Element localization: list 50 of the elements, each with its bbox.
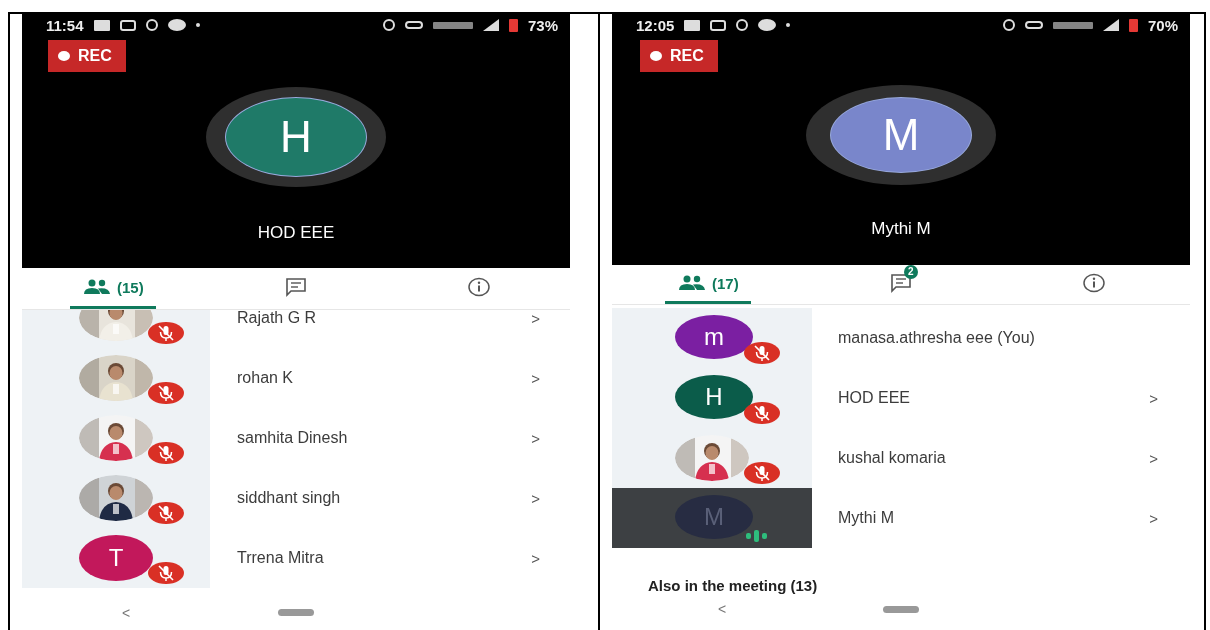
avatar: m	[675, 315, 753, 359]
people-tab[interactable]: (17)	[665, 265, 752, 304]
participant-name[interactable]: samhita Dinesh	[210, 429, 532, 447]
chevron[interactable]: >	[531, 489, 570, 507]
participant-name[interactable]: kushal komaria	[812, 449, 1150, 467]
speaker-name: HOD EEE	[257, 223, 335, 243]
participant-name[interactable]: manasa.athresha eee (You)	[812, 329, 1190, 347]
participant-name[interactable]: siddhant singh	[210, 489, 532, 507]
info-icon	[467, 277, 490, 297]
speaker-avatar: M	[806, 85, 996, 185]
recording-badge: REC	[640, 40, 718, 72]
battery-percentage: 70%	[1147, 16, 1178, 34]
speaker-name: Mythi M	[871, 219, 931, 239]
signal-icon	[482, 19, 499, 31]
clock-time: 12:05	[636, 16, 675, 34]
battery-icon	[1128, 18, 1138, 32]
chat-tab[interactable]: 2	[858, 265, 944, 304]
dot-icon	[195, 23, 200, 27]
signal-icon	[1102, 19, 1119, 31]
chevron[interactable]: >	[531, 549, 570, 567]
chevron[interactable]: >	[531, 310, 570, 327]
avatar: H	[675, 375, 753, 419]
chat-icon	[285, 277, 307, 297]
chat-icon	[890, 273, 912, 293]
chevron[interactable]: >	[531, 429, 570, 447]
back-button[interactable]: <	[122, 604, 131, 621]
people-icon	[678, 275, 706, 291]
chevron[interactable]: >	[1149, 389, 1190, 407]
recording-badge: REC	[48, 40, 126, 72]
dot-icon	[786, 23, 791, 27]
unread-badge: 2	[904, 265, 918, 279]
back-button[interactable]: <	[718, 601, 727, 617]
chevron[interactable]: >	[1149, 449, 1190, 467]
chevron[interactable]: >	[531, 369, 570, 387]
chevron[interactable]: >	[1149, 509, 1190, 527]
avatar: T	[79, 535, 153, 581]
info-icon	[1082, 273, 1105, 293]
clock-time: 11:54	[46, 16, 84, 34]
speaker-avatar: H	[206, 87, 386, 187]
participant-name[interactable]: rohan K	[210, 369, 532, 387]
home-handle[interactable]	[278, 609, 314, 616]
participant-name[interactable]: Trrena Mitra	[210, 549, 532, 567]
home-handle[interactable]	[883, 605, 919, 613]
section-heading: Also in the meeting (13)	[648, 577, 818, 594]
participant-name[interactable]: Mythi M	[812, 509, 1150, 527]
battery-icon	[508, 18, 518, 32]
participant-name[interactable]: HOD EEE	[812, 389, 1150, 407]
people-icon	[83, 279, 111, 295]
participant-name[interactable]: Rajath G R	[210, 310, 532, 327]
battery-percentage: 73%	[527, 16, 558, 34]
